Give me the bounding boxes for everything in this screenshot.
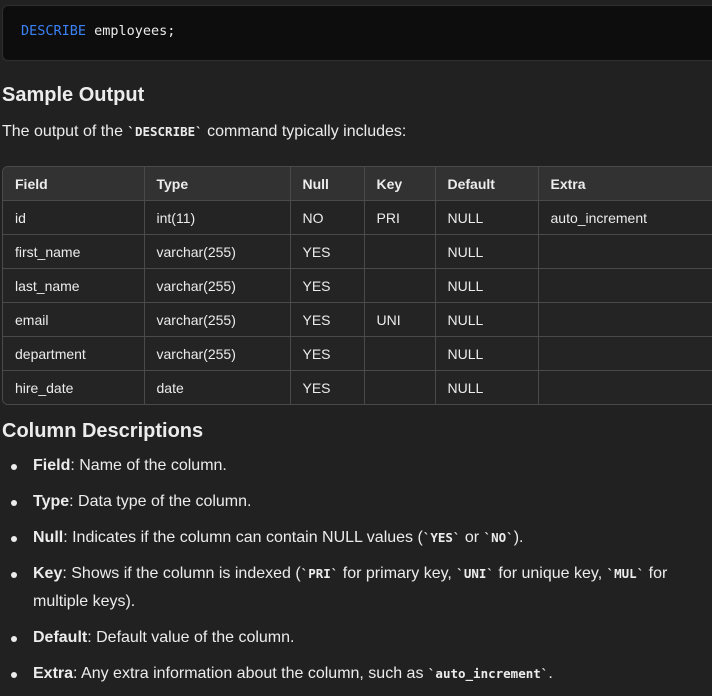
table-cell: NO <box>290 200 365 235</box>
description: : Shows if the column is indexed ( <box>62 565 301 582</box>
table-row: id int(11) NO PRI NULL auto_increment <box>3 200 712 235</box>
table-cell: UNI <box>364 302 436 337</box>
code-line: DESCRIBE employees; <box>21 23 175 39</box>
table-cell: NULL <box>435 336 539 371</box>
description: : Default value of the column. <box>87 629 295 646</box>
table-cell: varchar(255) <box>144 268 291 303</box>
table-row: email varchar(255) YES UNI NULL <box>3 302 712 337</box>
table-cell: YES <box>290 370 365 404</box>
sql-keyword: DESCRIBE <box>21 23 87 39</box>
header-default: Default <box>435 167 539 201</box>
term: Key <box>33 565 63 582</box>
sql-text: employees; <box>86 23 176 39</box>
description: : Name of the column. <box>70 457 227 474</box>
table-cell <box>538 336 712 371</box>
table-cell <box>364 234 436 269</box>
inline-code: `NO` <box>483 530 514 545</box>
description: ). <box>513 529 524 546</box>
table-cell: YES <box>290 268 365 303</box>
table-cell: NULL <box>435 200 539 235</box>
table-cell: NULL <box>435 370 539 404</box>
table-cell <box>538 302 712 337</box>
table-row: last_name varchar(255) YES NULL <box>3 268 712 303</box>
column-descriptions-heading: Column Descriptions <box>2 420 204 442</box>
table-header-row: Field Type Null Key Default Extra <box>3 167 712 201</box>
table-cell: email <box>3 302 145 337</box>
chat-response: DESCRIBE employees; Sample Output The ou… <box>0 0 712 696</box>
table-cell: last_name <box>3 268 145 303</box>
list-item: Key: Shows if the column is indexed (`PR… <box>11 560 712 616</box>
table-cell: varchar(255) <box>144 302 291 337</box>
inline-code: `MUL` <box>606 566 645 581</box>
inline-code: `PRI` <box>300 566 339 581</box>
description: or <box>460 529 484 546</box>
description: for primary key, <box>338 565 457 582</box>
description: : Indicates if the column can contain NU… <box>63 529 423 546</box>
table-cell: first_name <box>3 234 145 269</box>
table-cell: auto_increment <box>538 200 712 235</box>
inline-code: `YES` <box>422 530 461 545</box>
table-cell: date <box>144 370 291 404</box>
list-item: Type: Data type of the column. <box>11 488 712 516</box>
inline-code: `UNI` <box>456 566 494 581</box>
table-cell <box>538 268 712 303</box>
table-cell <box>364 336 436 371</box>
list-item: Null: Indicates if the column can contai… <box>11 524 712 552</box>
description: . <box>548 665 553 682</box>
header-null: Null <box>290 167 365 201</box>
table-cell: NULL <box>435 268 539 303</box>
table-cell <box>364 268 436 303</box>
table-cell: YES <box>290 302 365 337</box>
description: : Any extra information about the column… <box>73 665 428 682</box>
header-extra: Extra <box>538 167 712 201</box>
intro-text: The output of the `DESCRIBE` command typ… <box>2 123 406 141</box>
table-cell: YES <box>290 336 365 371</box>
header-field: Field <box>3 167 145 201</box>
list-item: Field: Name of the column. <box>11 452 712 480</box>
term: Null <box>33 529 64 546</box>
table-cell <box>538 234 712 269</box>
table-cell: hire_date <box>3 370 145 404</box>
table-cell: id <box>3 200 145 235</box>
list-item: Extra: Any extra information about the c… <box>11 660 712 688</box>
term: Default <box>33 629 88 646</box>
intro-before: The output of the <box>2 123 128 140</box>
table-cell: int(11) <box>144 200 291 235</box>
table-cell: department <box>3 336 145 371</box>
table-cell: PRI <box>364 200 436 235</box>
term: Extra <box>33 665 74 682</box>
table-cell: varchar(255) <box>144 336 291 371</box>
term: Type <box>33 493 70 510</box>
table-row: department varchar(255) YES NULL <box>3 336 712 371</box>
table-row: first_name varchar(255) YES NULL <box>3 234 712 269</box>
table-cell: NULL <box>435 302 539 337</box>
description: for unique key, <box>493 565 607 582</box>
code-block: DESCRIBE employees; <box>2 5 712 61</box>
table-cell: YES <box>290 234 365 269</box>
inline-code: `DESCRIBE` <box>127 124 203 139</box>
list-item: Default: Default value of the column. <box>11 624 712 652</box>
description: : Data type of the column. <box>69 493 252 510</box>
describe-table: Field Type Null Key Default Extra id int… <box>2 166 712 405</box>
table-row: hire_date date YES NULL <box>3 370 712 404</box>
sample-output-heading: Sample Output <box>2 84 145 106</box>
inline-code: `auto_increment` <box>427 666 549 681</box>
header-type: Type <box>144 167 291 201</box>
header-key: Key <box>364 167 436 201</box>
term: Field <box>33 457 71 474</box>
column-descriptions-list: Field: Name of the column. Type: Data ty… <box>2 452 712 696</box>
table-cell: NULL <box>435 234 539 269</box>
table-cell: varchar(255) <box>144 234 291 269</box>
table-cell <box>538 370 712 404</box>
intro-after: command typically includes: <box>202 123 407 140</box>
table-cell <box>364 370 436 404</box>
